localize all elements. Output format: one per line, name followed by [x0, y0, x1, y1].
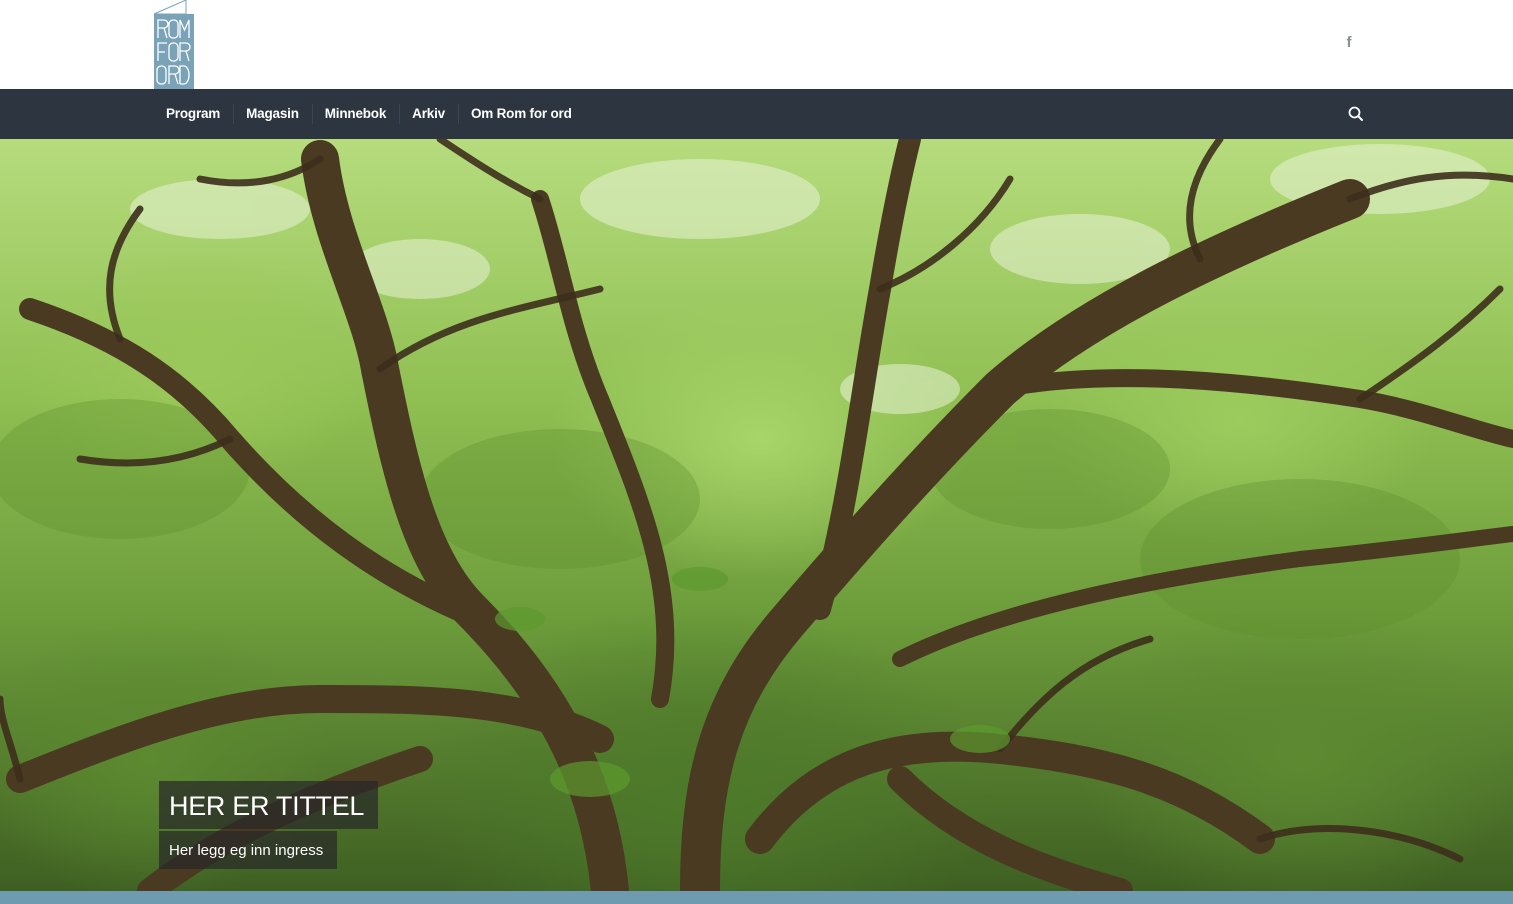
- hero-title: HER ER TITTEL: [159, 781, 379, 829]
- nav-menu: Program Magasin Minnebok Arkiv Om Rom fo…: [153, 89, 585, 139]
- hero-banner[interactable]: HER ER TITTEL Her legg eg inn ingress: [0, 139, 1513, 891]
- search-icon[interactable]: [1346, 104, 1366, 124]
- nav-item-om-rom-for-ord[interactable]: Om Rom for ord: [457, 89, 585, 139]
- site-header: f: [0, 0, 1513, 89]
- nav-item-magasin[interactable]: Magasin: [233, 89, 312, 139]
- facebook-icon[interactable]: f: [1340, 34, 1358, 52]
- main-nav: Program Magasin Minnebok Arkiv Om Rom fo…: [0, 89, 1513, 139]
- hero-image-tree: [0, 139, 1513, 891]
- nav-item-arkiv[interactable]: Arkiv: [399, 89, 458, 139]
- hero-subtitle: Her legg eg inn ingress: [159, 831, 338, 869]
- bottom-bar: [0, 891, 1513, 904]
- site-logo[interactable]: [153, 0, 195, 89]
- nav-item-program[interactable]: Program: [153, 89, 233, 139]
- nav-item-minnebok[interactable]: Minnebok: [311, 89, 399, 139]
